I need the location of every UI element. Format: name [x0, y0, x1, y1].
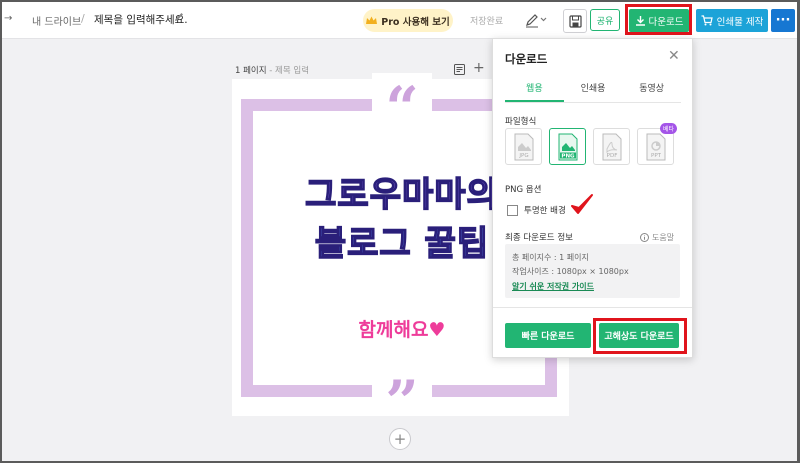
cart-icon	[701, 15, 713, 26]
breadcrumb-my-drive[interactable]: 내 드라이브	[32, 13, 81, 28]
print-order-button[interactable]: 인쇄물 제작	[696, 9, 768, 32]
fast-download-button[interactable]: 빠른 다운로드	[505, 323, 591, 348]
final-download-info-label: 최종 다운로드 정보	[505, 233, 573, 243]
help-link[interactable]: 도움말	[640, 232, 674, 243]
png-file-icon: PNG	[558, 133, 577, 160]
file-format-options: JPG PNG PDF 베타 PPT	[505, 123, 677, 165]
breadcrumb-separator: /	[81, 12, 85, 25]
print-order-label: 인쇄물 제작	[716, 16, 764, 28]
ppt-file-icon: PPT	[646, 133, 665, 160]
tab-web[interactable]: 웹용	[505, 80, 564, 102]
page-memo-icon[interactable]	[454, 64, 465, 75]
more-menu-button[interactable]: ···	[771, 9, 795, 32]
page-title-input[interactable]: - 제목 입력	[267, 66, 309, 76]
close-quote-mark: ”	[372, 371, 432, 433]
beta-badge: 베타	[659, 123, 677, 134]
app-window: → 내 드라이브 / 제목을 입력해주세요. Pro 사용해 보기 저장완료 공…	[2, 2, 797, 461]
info-total-pages: 총 페이지수 : 1 페이지	[512, 253, 589, 262]
back-arrow-icon[interactable]: →	[4, 13, 12, 24]
format-ppt[interactable]: 베타 PPT	[637, 123, 677, 165]
jpg-format-label: JPG	[518, 153, 528, 159]
format-png[interactable]: PNG	[549, 128, 586, 165]
page-label: 1 페이지 - 제목 입력	[235, 64, 309, 76]
add-page-button[interactable]: +	[389, 428, 411, 450]
copyright-guide-link[interactable]: 알기 쉬운 저작권 가이드	[512, 281, 594, 292]
download-info-box: 총 페이지수 : 1 페이지 작업사이즈 : 1080px × 1080px 알…	[505, 244, 680, 298]
edit-title-pencil-icon[interactable]	[173, 11, 185, 23]
ppt-format-label: PPT	[651, 153, 662, 159]
save-button[interactable]	[563, 9, 587, 33]
tab-print[interactable]: 인쇄용	[564, 80, 623, 102]
file-format-label: 파일형식	[505, 117, 537, 127]
pro-trial-button[interactable]: Pro 사용해 보기	[363, 9, 453, 32]
info-icon	[640, 233, 649, 242]
format-pdf[interactable]: PDF	[593, 128, 630, 165]
pen-tool-dropdown-icon[interactable]	[525, 11, 547, 29]
help-label: 도움말	[652, 233, 675, 242]
highlight-annotation-hq-download	[593, 318, 687, 354]
download-panel: 다운로드 ✕ 웹용 인쇄용 동영상 파일형식 JPG PNG PDF 베타 PP…	[492, 38, 693, 358]
close-icon[interactable]: ✕	[668, 48, 680, 64]
top-toolbar: → 내 드라이브 / 제목을 입력해주세요. Pro 사용해 보기 저장완료 공…	[2, 2, 797, 39]
transparent-bg-label: 투명한 배경	[524, 206, 566, 216]
png-options-label: PNG 옵션	[505, 185, 542, 195]
jpg-file-icon: JPG	[514, 133, 533, 160]
frame-left-bar	[241, 99, 253, 397]
page-number: 1 페이지	[235, 66, 267, 76]
png-format-label: PNG	[561, 153, 575, 159]
share-button[interactable]: 공유	[590, 9, 620, 31]
save-status-text: 저장완료	[470, 17, 504, 27]
red-checkmark-annotation-icon	[571, 194, 593, 214]
transparent-bg-option[interactable]: 투명한 배경	[507, 204, 566, 216]
panel-divider	[493, 307, 692, 308]
floppy-save-icon	[568, 14, 582, 28]
open-quote-mark: “	[372, 73, 432, 142]
tab-video[interactable]: 동영상	[622, 80, 681, 102]
pdf-file-icon: PDF	[602, 133, 621, 160]
highlight-annotation-download	[625, 4, 692, 35]
info-work-size: 작업사이즈 : 1080px × 1080px	[512, 267, 629, 276]
transparent-bg-checkbox[interactable]	[507, 204, 518, 216]
download-panel-title: 다운로드	[505, 52, 548, 66]
crown-icon	[366, 16, 378, 24]
pdf-format-label: PDF	[606, 153, 617, 159]
format-jpg[interactable]: JPG	[505, 128, 542, 165]
download-tabs: 웹용 인쇄용 동영상	[505, 80, 681, 103]
add-page-top-icon[interactable]: +	[473, 60, 485, 76]
pro-trial-label: Pro 사용해 보기	[381, 16, 450, 28]
